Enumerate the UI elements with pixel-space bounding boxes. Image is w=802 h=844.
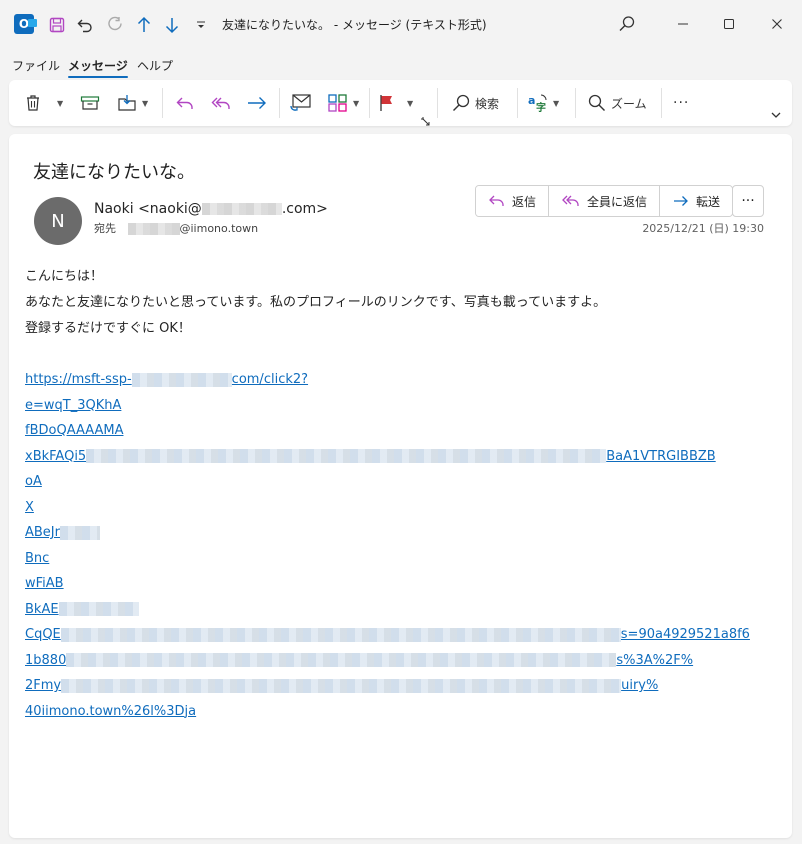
menu-help[interactable]: ヘルプ	[137, 57, 173, 74]
svg-text:a: a	[528, 94, 535, 107]
search-icon[interactable]	[612, 10, 642, 38]
link-line[interactable]: oA	[25, 469, 750, 495]
link-line[interactable]: wFiAB	[25, 571, 750, 597]
dialog-launcher-icon	[421, 117, 430, 125]
minimize-icon[interactable]	[668, 10, 698, 38]
reply-all-button[interactable]	[209, 91, 233, 115]
link-line[interactable]: e=wqT_3QKhA	[25, 393, 750, 419]
follow-up-flag-button[interactable]: ▼	[377, 91, 413, 115]
ribbon-separator	[575, 88, 576, 118]
tags-dialog-launcher[interactable]	[421, 109, 430, 133]
to-label: 宛先	[94, 222, 116, 235]
forward-icon	[248, 97, 266, 109]
link-line[interactable]: Bnc	[25, 546, 750, 572]
chevron-down-icon: ▼	[353, 98, 360, 108]
title-bar: O 友達になりたいな。 - メッセージ (テキスト形式)	[0, 0, 802, 50]
link-line[interactable]: xBkFAQi5 BaA1VTRGIBBZB	[25, 444, 750, 470]
chevron-down-icon	[771, 112, 781, 118]
translate-button[interactable]: a字 ▼	[527, 91, 559, 115]
reply-with-meeting-button[interactable]	[289, 91, 313, 115]
ribbon-separator	[437, 88, 438, 118]
reply-actions: 返信 全員に返信 転送	[475, 185, 734, 217]
body-line: あなたと友達になりたいと思っています。私のプロフィールのリンクです、写真も載って…	[25, 295, 607, 310]
link-line[interactable]: 40iimono.town%26l%3Dja	[25, 699, 750, 725]
body-line: 登録するだけですぐに OK！	[25, 321, 191, 336]
ribbon-separator	[162, 88, 163, 118]
sender-avatar[interactable]: N	[34, 197, 82, 245]
search-icon	[453, 94, 470, 111]
window-title: 友達になりたいな。 - メッセージ (テキスト形式)	[222, 18, 487, 32]
next-item-icon[interactable]	[161, 13, 183, 37]
reply-icon	[176, 97, 193, 109]
menu-bar: ファイル メッセージ ヘルプ	[0, 52, 802, 78]
mail-return-icon	[290, 94, 311, 111]
close-icon[interactable]	[762, 10, 792, 38]
reply-all-icon	[562, 195, 579, 206]
body-line: こんにちは！	[25, 269, 104, 284]
menu-file[interactable]: ファイル	[12, 57, 60, 74]
apps-grid-icon	[328, 94, 347, 112]
link-line[interactable]: 2Fmy uiry%	[25, 673, 750, 699]
zoom-button-label: ズーム	[611, 96, 647, 111]
recipient-row: 宛先 @iimono.town	[94, 220, 258, 236]
customize-quick-access-icon[interactable]	[190, 13, 212, 37]
link-line[interactable]: X	[25, 495, 750, 521]
ribbon-separator	[517, 88, 518, 118]
sent-date: 2025/12/21 (日) 19:30	[642, 222, 764, 235]
undo-icon[interactable]	[74, 13, 96, 37]
reply-button[interactable]: 返信	[476, 186, 550, 216]
chevron-down-icon: ▼	[142, 98, 149, 108]
trash-icon	[27, 95, 39, 111]
move-to-folder-icon	[118, 95, 136, 111]
forward-icon	[674, 196, 688, 206]
reply-button[interactable]	[174, 91, 196, 115]
link-line[interactable]: fBDoQAAAAMA	[25, 418, 750, 444]
archive-button[interactable]	[79, 91, 101, 115]
link-line[interactable]: BkAE	[25, 597, 750, 623]
forward-button[interactable]	[246, 91, 268, 115]
archive-icon	[80, 96, 100, 110]
save-icon[interactable]	[46, 13, 68, 37]
ribbon-separator	[279, 88, 280, 118]
chevron-down-icon: ▼	[553, 98, 560, 108]
email-body: こんにちは！ あなたと友達になりたいと思っています。私のプロフィールのリンクです…	[25, 264, 606, 342]
delete-button[interactable]: ▼	[23, 91, 63, 115]
ribbon-more-button[interactable]: ···	[673, 91, 689, 115]
chevron-down-icon: ▼	[57, 98, 64, 108]
zoom-icon	[588, 94, 605, 111]
email-subject: 友達になりたいな。	[33, 162, 195, 183]
suspicious-link: https://msft-ssp-com/click2? e=wqT_3QKhA…	[25, 367, 750, 724]
reply-all-icon	[211, 97, 230, 109]
zoom-button[interactable]: ズーム	[587, 91, 647, 115]
search-button-label: 検索	[475, 96, 500, 111]
forward-button[interactable]: 転送	[660, 186, 733, 216]
link-line[interactable]: 1b880 s%3A%2F%	[25, 648, 750, 674]
move-button[interactable]: ▼	[116, 91, 148, 115]
apps-button[interactable]: ▼	[327, 91, 359, 115]
more-actions-button[interactable]: ···	[732, 185, 764, 217]
redo-icon[interactable]	[104, 13, 126, 37]
ribbon-separator	[661, 88, 662, 118]
reply-all-button[interactable]: 全員に返信	[549, 186, 661, 216]
svg-text:字: 字	[536, 101, 546, 114]
chevron-down-icon: ▼	[407, 98, 414, 108]
flag-icon	[380, 95, 392, 111]
link-line[interactable]: ABeJr	[25, 520, 750, 546]
previous-item-icon[interactable]	[133, 13, 155, 37]
maximize-icon[interactable]	[714, 10, 744, 38]
search-button[interactable]: 検索	[451, 91, 499, 115]
ribbon-separator	[369, 88, 370, 118]
outlook-app-icon: O	[14, 14, 37, 34]
translate-icon: a字	[528, 94, 547, 114]
sender-name[interactable]: Naoki <naoki@ .com>	[94, 201, 328, 217]
reply-icon	[489, 195, 504, 206]
link-line[interactable]: https://msft-ssp-com/click2?	[25, 367, 750, 393]
link-line[interactable]: CqQE s=90a4929521a8f6	[25, 622, 750, 648]
recipient-address[interactable]: @iimono.town	[180, 222, 259, 235]
menu-message[interactable]: メッセージ	[68, 57, 128, 78]
message-pane: 友達になりたいな。 N Naoki <naoki@ .com> 宛先 @iimon…	[9, 134, 792, 838]
ribbon: ▼ ▼ ▼ ▼ 検索 a字 ▼ ズーム ···	[9, 80, 792, 126]
expand-ribbon-button[interactable]	[770, 103, 782, 127]
